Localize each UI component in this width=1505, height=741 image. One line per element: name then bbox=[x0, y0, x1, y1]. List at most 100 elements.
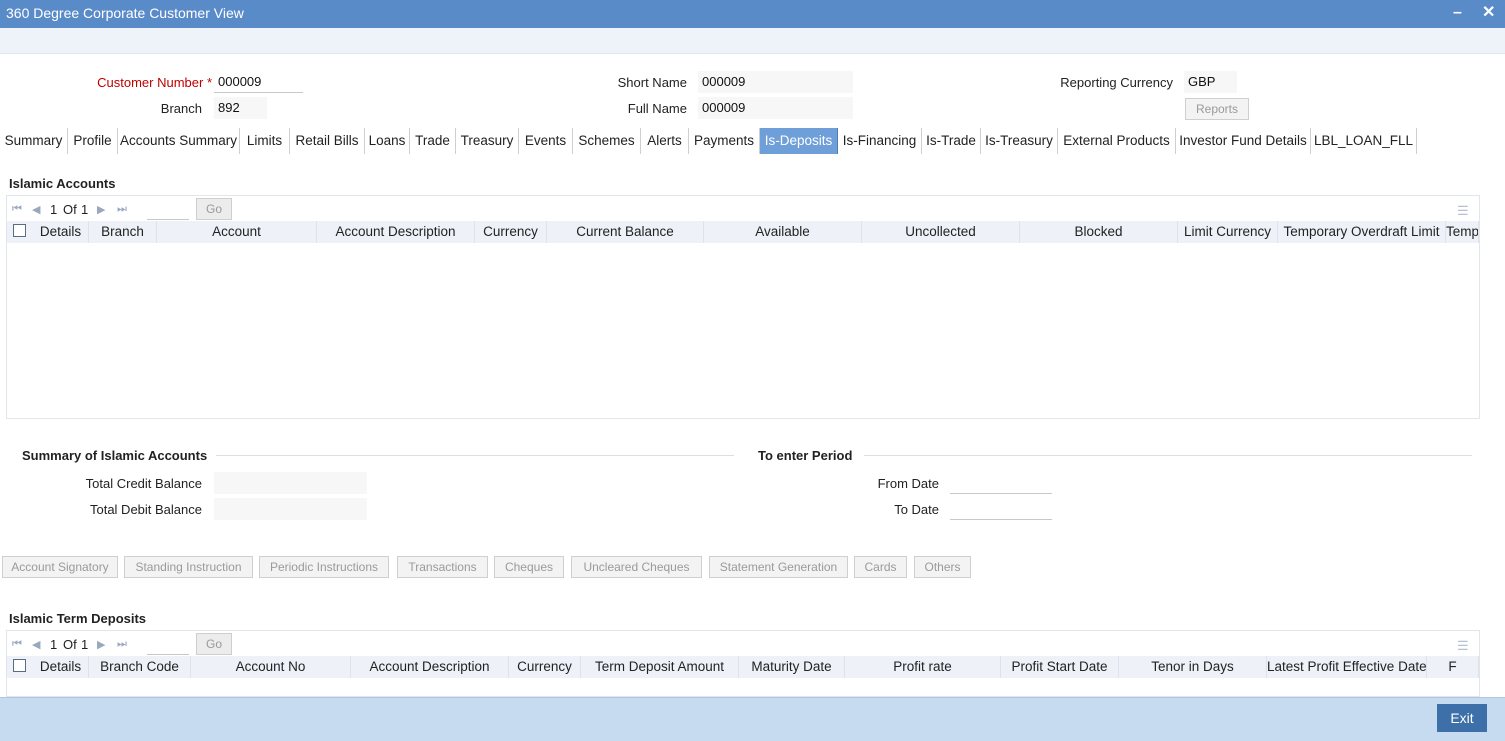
full-name-field[interactable]: 000009 bbox=[698, 97, 853, 119]
tab-schemes[interactable]: Schemes bbox=[573, 128, 641, 154]
tab-external-products[interactable]: External Products bbox=[1058, 128, 1176, 154]
prev-page-icon[interactable]: ◀ bbox=[32, 638, 40, 651]
column-header-account-description[interactable]: Account Description bbox=[351, 656, 509, 678]
select-all-checkbox[interactable] bbox=[13, 224, 26, 237]
standing-instruction-button[interactable]: Standing Instruction bbox=[124, 556, 253, 578]
last-page-icon[interactable]: ⏭ bbox=[117, 638, 127, 651]
minimize-icon[interactable]: – bbox=[1453, 3, 1462, 23]
window-titlebar: 360 Degree Corporate Customer View – ✕ bbox=[0, 0, 1505, 28]
full-name-label: Full Name bbox=[627, 101, 687, 116]
tab-payments[interactable]: Payments bbox=[689, 128, 760, 154]
page-total: 1 bbox=[81, 202, 89, 217]
column-header-blocked[interactable]: Blocked bbox=[1020, 221, 1178, 243]
tab-is-deposits[interactable]: Is-Deposits bbox=[760, 128, 838, 154]
column-header-uncollected[interactable]: Uncollected bbox=[862, 221, 1020, 243]
column-header-temporary-overdraft-limit[interactable]: Temporary Overdraft Limit bbox=[1278, 221, 1446, 243]
go-button[interactable]: Go bbox=[196, 633, 232, 655]
tab-alerts[interactable]: Alerts bbox=[641, 128, 689, 154]
islamic-accounts-title: Islamic Accounts bbox=[9, 176, 116, 191]
summary-title: Summary of Islamic Accounts bbox=[22, 448, 208, 463]
column-header-current-balance[interactable]: Current Balance bbox=[547, 221, 704, 243]
tab-treasury[interactable]: Treasury bbox=[456, 128, 519, 154]
branch-field[interactable]: 892 bbox=[214, 97, 267, 119]
tab-investor-fund-details[interactable]: Investor Fund Details bbox=[1176, 128, 1311, 154]
go-button[interactable]: Go bbox=[196, 198, 232, 220]
tab-summary[interactable]: Summary bbox=[0, 128, 68, 154]
first-page-icon[interactable]: ⏮ bbox=[12, 203, 22, 216]
close-icon[interactable]: ✕ bbox=[1482, 3, 1495, 23]
from-date-label: From Date bbox=[877, 476, 939, 491]
page-jump-input[interactable] bbox=[147, 201, 189, 220]
exit-button[interactable]: Exit bbox=[1437, 704, 1487, 732]
column-settings-icon[interactable]: ☰ bbox=[1457, 638, 1469, 654]
tab-trade[interactable]: Trade bbox=[410, 128, 456, 154]
term-deposits-header-row: Details Branch Code Account No Account Desc… bbox=[7, 656, 1479, 678]
reports-button[interactable]: Reports bbox=[1185, 98, 1249, 120]
customer-number-field[interactable]: 000009 bbox=[214, 71, 303, 93]
total-credit-field[interactable] bbox=[214, 472, 367, 494]
islamic-accounts-pager: ⏮ ◀ 1 Of 1 ▶ ⏭ Go bbox=[6, 197, 406, 223]
column-header-tempo[interactable]: Tempo bbox=[1446, 221, 1479, 243]
tab-profile[interactable]: Profile bbox=[68, 128, 118, 154]
others-button[interactable]: Others bbox=[914, 556, 971, 578]
to-date-field[interactable] bbox=[950, 498, 1052, 520]
column-header-account-no[interactable]: Account No bbox=[191, 656, 351, 678]
column-header-maturity-date[interactable]: Maturity Date bbox=[739, 656, 845, 678]
tab-loans[interactable]: Loans bbox=[365, 128, 410, 154]
column-header-profit-rate[interactable]: Profit rate bbox=[845, 656, 1001, 678]
summary-divider bbox=[216, 455, 734, 456]
cheques-button[interactable]: Cheques bbox=[494, 556, 564, 578]
column-header-f[interactable]: F bbox=[1427, 656, 1479, 678]
column-header-available[interactable]: Available bbox=[704, 221, 862, 243]
column-header-details[interactable]: Details bbox=[33, 656, 89, 678]
statement-generation-button[interactable]: Statement Generation bbox=[709, 556, 848, 578]
last-page-icon[interactable]: ⏭ bbox=[117, 203, 127, 216]
cards-button[interactable]: Cards bbox=[854, 556, 907, 578]
uncleared-cheques-button[interactable]: Uncleared Cheques bbox=[571, 556, 702, 578]
column-header-currency[interactable]: Currency bbox=[475, 221, 547, 243]
period-title: To enter Period bbox=[758, 448, 853, 463]
tab-accounts-summary[interactable]: Accounts Summary bbox=[118, 128, 240, 154]
select-all-checkbox[interactable] bbox=[13, 659, 26, 672]
column-settings-icon[interactable]: ☰ bbox=[1457, 203, 1469, 219]
prev-page-icon[interactable]: ◀ bbox=[32, 203, 40, 216]
first-page-icon[interactable]: ⏮ bbox=[12, 638, 22, 651]
account-signatory-button[interactable]: Account Signatory bbox=[2, 556, 118, 578]
reporting-currency-field[interactable]: GBP bbox=[1184, 71, 1237, 93]
window-title: 360 Degree Corporate Customer View bbox=[6, 5, 244, 21]
tab-is-financing[interactable]: Is-Financing bbox=[838, 128, 922, 154]
short-name-label: Short Name bbox=[617, 75, 687, 90]
tab-lbl-loan-fll[interactable]: LBL_LOAN_FLL bbox=[1311, 128, 1417, 154]
from-date-field[interactable] bbox=[950, 472, 1052, 494]
next-page-icon[interactable]: ▶ bbox=[97, 203, 105, 216]
column-header-currency[interactable]: Currency bbox=[509, 656, 581, 678]
column-header-branch[interactable]: Branch bbox=[89, 221, 157, 243]
next-page-icon[interactable]: ▶ bbox=[97, 638, 105, 651]
to-date-label: To Date bbox=[894, 502, 939, 517]
column-header-limit-currency[interactable]: Limit Currency bbox=[1178, 221, 1278, 243]
islamic-accounts-header-row: Details Branch Account Account Description C… bbox=[7, 221, 1479, 243]
page-jump-input[interactable] bbox=[147, 636, 189, 655]
column-header-details[interactable]: Details bbox=[33, 221, 89, 243]
tab-limits[interactable]: Limits bbox=[240, 128, 290, 154]
transactions-button[interactable]: Transactions bbox=[397, 556, 488, 578]
short-name-field[interactable]: 000009 bbox=[698, 71, 853, 93]
column-header-account[interactable]: Account bbox=[157, 221, 317, 243]
tab-events[interactable]: Events bbox=[519, 128, 573, 154]
column-header-latest-profit-effective-date[interactable]: Latest Profit Effective Date bbox=[1267, 656, 1427, 678]
tab-is-trade[interactable]: Is-Trade bbox=[922, 128, 981, 154]
period-divider bbox=[864, 455, 1472, 456]
periodic-instructions-button[interactable]: Periodic Instructions bbox=[259, 556, 389, 578]
column-header-profit-start-date[interactable]: Profit Start Date bbox=[1001, 656, 1119, 678]
column-header-account-description[interactable]: Account Description bbox=[317, 221, 475, 243]
page-total: 1 bbox=[81, 637, 89, 652]
tab-is-treasury[interactable]: Is-Treasury bbox=[981, 128, 1058, 154]
column-header-term-deposit-amount[interactable]: Term Deposit Amount bbox=[581, 656, 739, 678]
tab-retail-bills[interactable]: Retail Bills bbox=[290, 128, 365, 154]
column-header-branch-code[interactable]: Branch Code bbox=[89, 656, 191, 678]
reporting-currency-label: Reporting Currency bbox=[1060, 75, 1173, 90]
toolbar-strip bbox=[0, 28, 1505, 54]
total-debit-field[interactable] bbox=[214, 498, 367, 520]
footer-bar: Exit bbox=[0, 697, 1505, 741]
column-header-tenor-in-days[interactable]: Tenor in Days bbox=[1119, 656, 1267, 678]
